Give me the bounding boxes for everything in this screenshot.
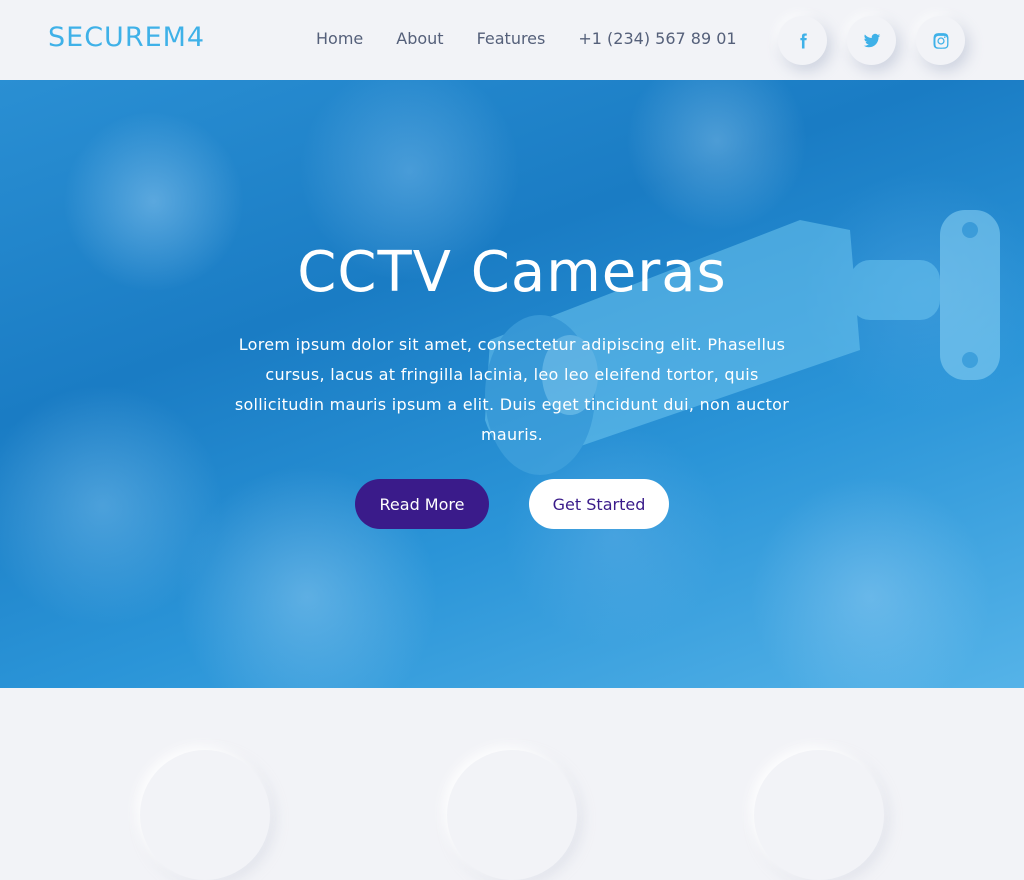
feature-card — [754, 750, 884, 880]
get-started-button[interactable]: Get Started — [529, 479, 669, 529]
nav-link-home[interactable]: Home — [316, 29, 363, 48]
features-section — [0, 688, 1024, 880]
nav-link-about[interactable]: About — [396, 29, 443, 48]
twitter-icon — [863, 33, 880, 47]
facebook-icon — [799, 33, 807, 48]
instagram-button[interactable] — [916, 16, 965, 65]
feature-card — [447, 750, 577, 880]
logo[interactable]: SECUREM4 — [48, 22, 205, 53]
site-header: SECUREM4 Home About Features +1 (234) 56… — [0, 0, 1024, 80]
hero-section: CCTV Cameras Lorem ipsum dolor sit amet,… — [0, 80, 1024, 688]
read-more-button[interactable]: Read More — [355, 479, 489, 529]
nav-link-phone[interactable]: +1 (234) 567 89 01 — [578, 29, 736, 48]
main-nav: Home About Features +1 (234) 567 89 01 — [316, 29, 770, 48]
social-links — [778, 16, 965, 65]
facebook-button[interactable] — [778, 16, 827, 65]
nav-link-features[interactable]: Features — [477, 29, 546, 48]
instagram-icon — [933, 32, 948, 49]
hero-description: Lorem ipsum dolor sit amet, consectetur … — [234, 335, 790, 444]
hero-title: CCTV Cameras — [297, 240, 727, 305]
feature-card — [140, 750, 270, 880]
twitter-button[interactable] — [847, 16, 896, 65]
